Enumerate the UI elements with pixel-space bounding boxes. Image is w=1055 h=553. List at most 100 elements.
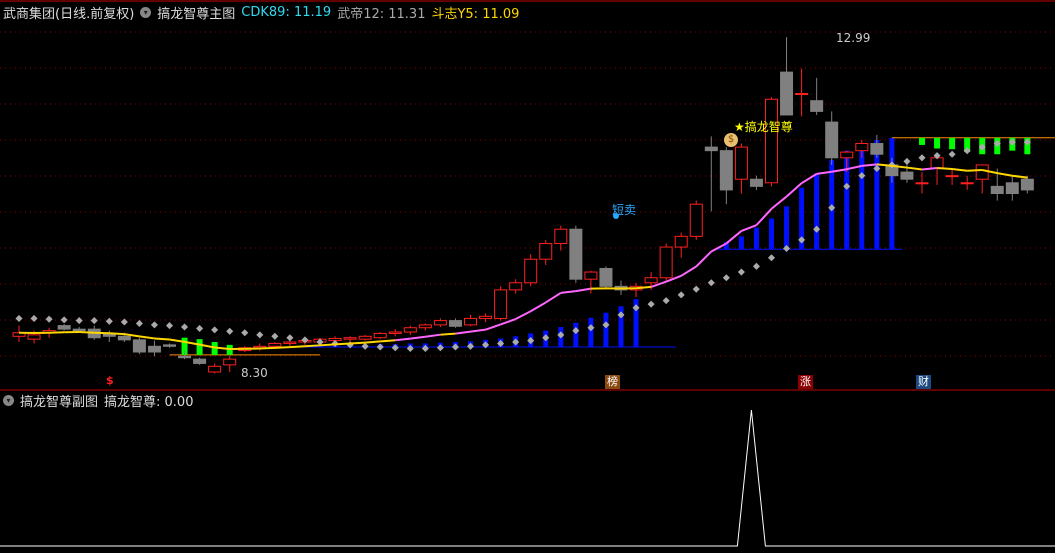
sar-dot: [662, 297, 670, 305]
candle-down: [780, 71, 794, 116]
candle-up: [343, 337, 357, 340]
sar-dot: [211, 326, 219, 334]
high-price-label: 12.99: [836, 31, 871, 45]
blue-bar: [573, 322, 579, 348]
chevron-down-icon[interactable]: ▾: [3, 395, 14, 406]
blue-bar: [769, 218, 774, 250]
candle-down: [1020, 178, 1034, 191]
sar-dot: [286, 334, 294, 342]
candle-down: [178, 355, 192, 359]
sub-indicator-line: [0, 409, 1055, 547]
green-bar: [934, 137, 941, 149]
sar-dot: [30, 314, 38, 322]
candle-up: [268, 342, 282, 347]
ma-line-segment: [545, 292, 562, 304]
candle-up: [358, 335, 372, 340]
ma-line-segment: [289, 345, 306, 349]
price-chart[interactable]: [0, 0, 1055, 553]
candle-down: [569, 228, 583, 280]
candle-down: [825, 121, 839, 159]
green-bar: [196, 339, 203, 355]
candle-up: [734, 146, 748, 180]
ma-line-segment: [395, 337, 411, 342]
ma-line-segment: [906, 166, 923, 171]
candle-up: [373, 332, 387, 339]
candle-up: [930, 157, 944, 170]
marker-bang: 榜: [605, 375, 620, 389]
blue-bar: [588, 317, 594, 348]
candle-down: [117, 335, 131, 341]
sar-dot: [692, 285, 700, 293]
sar-dot: [165, 322, 174, 330]
sar-dot: [707, 279, 715, 287]
ma-line-segment: [455, 330, 471, 335]
candle-up: [659, 246, 673, 279]
sar-dot: [256, 331, 264, 339]
ma-line-segment: [334, 342, 351, 346]
candle-up: [644, 277, 658, 284]
candle-up: [584, 271, 598, 280]
sar-dot: [196, 324, 204, 332]
ma-line-segment: [500, 318, 516, 326]
sar-dot: [271, 332, 279, 340]
ma-line-segment: [139, 335, 155, 340]
sar-dot: [45, 315, 53, 323]
sar-dot: [903, 157, 911, 165]
candle-up: [403, 327, 417, 333]
sar-dot: [647, 300, 655, 308]
candle-down: [810, 100, 824, 112]
signal-label: ★搞龙智尊: [734, 120, 793, 134]
candle-up: [433, 320, 447, 326]
ma-line-segment: [936, 167, 953, 171]
candle-down: [163, 344, 176, 347]
candle-down: [900, 171, 914, 180]
sar-dot: [722, 274, 730, 282]
candle-down: [719, 150, 733, 191]
candle-down: [57, 325, 71, 330]
candle-down: [704, 146, 718, 152]
ma-line-segment: [967, 169, 983, 172]
blue-bar: [753, 227, 759, 250]
ma-line-segment: [109, 332, 125, 336]
sell-signal-label: 短卖: [612, 203, 637, 217]
sar-dot: [948, 150, 956, 158]
candle-up: [524, 258, 538, 284]
sar-dot: [361, 342, 369, 350]
candle-up: [418, 324, 432, 329]
blue-bar: [889, 137, 895, 250]
ma-line-segment: [350, 341, 366, 345]
ma-line-segment: [921, 167, 938, 171]
sar-dot: [90, 317, 98, 325]
blue-bar: [603, 312, 609, 348]
candle-up: [765, 98, 778, 184]
candle-up: [689, 203, 703, 237]
candle-down: [448, 320, 462, 327]
sub-header: ▾ 搞龙智尊副图 搞龙智尊: 0.00: [3, 391, 193, 410]
candle-up: [855, 143, 869, 152]
ma-line-segment: [575, 287, 592, 293]
sar-dot: [150, 321, 158, 329]
candle-down: [147, 345, 161, 353]
sub-indicator-name[interactable]: 搞龙智尊副图: [20, 391, 98, 410]
sar-dot: [75, 317, 83, 325]
candle-down: [1005, 182, 1019, 194]
ma-line-segment: [79, 331, 95, 334]
candle-down: [193, 358, 207, 364]
candle-down: [132, 339, 146, 353]
candle-up: [464, 317, 477, 326]
sar-dot: [226, 327, 234, 335]
sar-dot: [135, 319, 143, 327]
sar-dot: [181, 323, 189, 331]
ma-line-segment: [515, 310, 532, 320]
sar-dot: [918, 154, 926, 162]
ma-line-segment: [259, 346, 275, 350]
ma-line-segment: [560, 290, 576, 294]
candle-up: [975, 164, 989, 180]
money-bag-icon: $: [724, 133, 738, 147]
marker-cai: 财: [916, 375, 931, 389]
candle-down: [749, 178, 763, 187]
candle-up: [554, 228, 568, 244]
sar-dot: [737, 268, 745, 276]
candle-up: [960, 182, 974, 185]
ma-line-segment: [319, 343, 336, 347]
